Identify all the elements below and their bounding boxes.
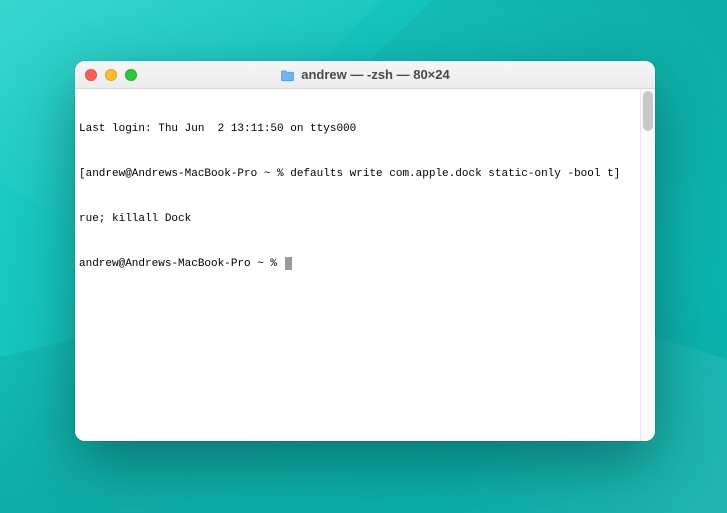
titlebar[interactable]: andrew — -zsh — 80×24 — [75, 61, 655, 89]
folder-icon — [280, 69, 295, 81]
terminal-body[interactable]: Last login: Thu Jun 2 13:11:50 on ttys00… — [75, 89, 655, 441]
terminal-window: andrew — -zsh — 80×24 Last login: Thu Ju… — [75, 61, 655, 441]
scrollbar[interactable] — [640, 89, 655, 441]
terminal-line: Last login: Thu Jun 2 13:11:50 on ttys00… — [79, 122, 651, 137]
terminal-line: [andrew@Andrews-MacBook-Pro ~ % defaults… — [79, 167, 651, 182]
terminal-prompt-line: andrew@Andrews-MacBook-Pro ~ % — [79, 257, 651, 272]
window-title: andrew — -zsh — 80×24 — [301, 67, 449, 82]
scrollbar-thumb[interactable] — [643, 91, 653, 131]
close-button[interactable] — [85, 69, 97, 81]
traffic-lights — [85, 69, 137, 81]
terminal-line: rue; killall Dock — [79, 212, 651, 227]
zoom-button[interactable] — [125, 69, 137, 81]
minimize-button[interactable] — [105, 69, 117, 81]
terminal-prompt: andrew@Andrews-MacBook-Pro ~ % — [79, 258, 284, 270]
cursor — [285, 257, 292, 270]
